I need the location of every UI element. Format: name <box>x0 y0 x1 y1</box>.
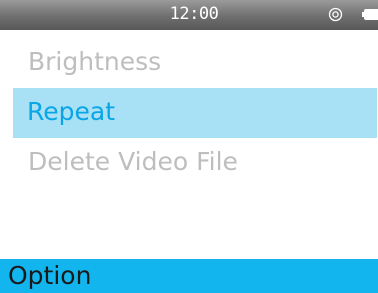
status-bar: 12:00 <box>0 0 378 30</box>
title-bar: Option <box>0 259 378 293</box>
menu-item-delete-video-file[interactable]: Delete Video File <box>0 138 378 188</box>
option-menu: Brightness Repeat Delete Video File <box>0 38 378 188</box>
menu-item-brightness[interactable]: Brightness <box>0 38 378 88</box>
device-screen: 12:00 Brightness Repeat Delete Video Fil… <box>0 0 378 293</box>
screen-title: Option <box>8 261 92 290</box>
battery-icon <box>362 9 378 20</box>
menu-item-repeat[interactable]: Repeat <box>13 88 377 138</box>
target-icon <box>328 7 343 22</box>
clock-time: 12:00 <box>169 4 219 24</box>
